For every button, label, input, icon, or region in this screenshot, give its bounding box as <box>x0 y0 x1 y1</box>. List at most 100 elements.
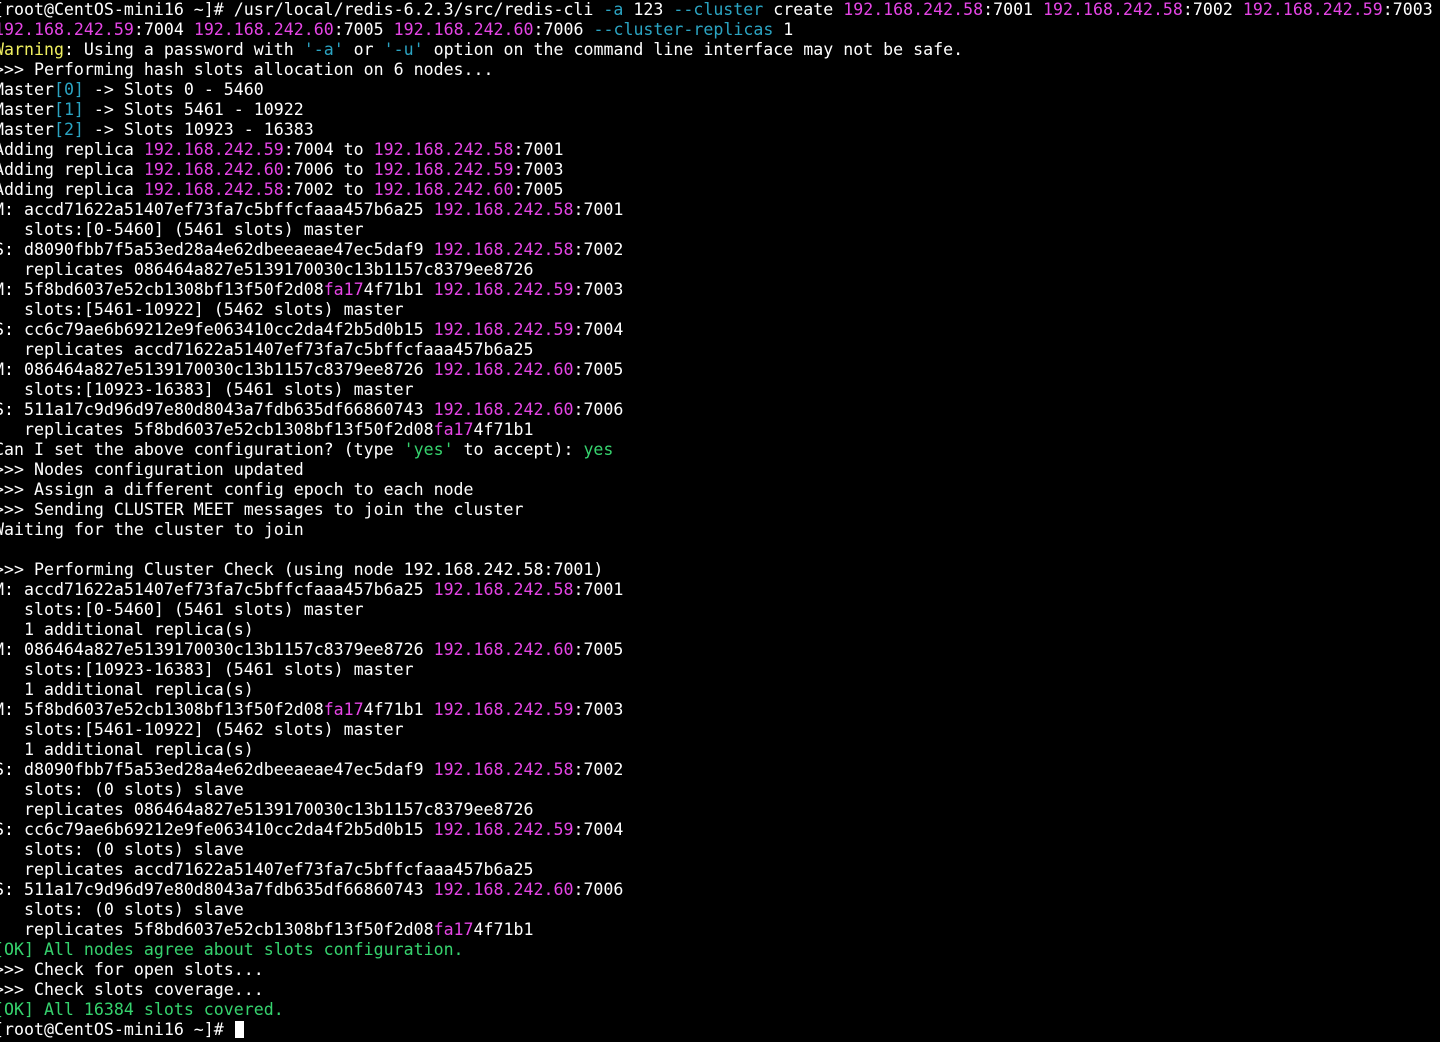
terminal-line: slots:[5461-10922] (5462 slots) master <box>0 300 1433 320</box>
terminal-text-segment: slots:[10923-16383] (5461 slots) master <box>0 380 414 399</box>
terminal-text-segment: :7006 <box>573 400 624 419</box>
terminal-text-segment: 1 additional replica(s) <box>0 740 254 759</box>
terminal-line: S: d8090fbb7f5a53ed28a4e62dbeeaeae47ec5d… <box>0 240 1433 260</box>
terminal-line: >>> Assign a different config epoch to e… <box>0 480 1433 500</box>
terminal-text-segment: Adding replica <box>0 180 144 199</box>
terminal-text-segment: [0] <box>53 80 84 99</box>
terminal-text-segment: 192.168.242.58 <box>373 140 514 159</box>
terminal-text-segment: :7006 to <box>283 160 374 179</box>
terminal-text-segment: '-u' <box>383 40 424 59</box>
terminal-text-segment: :7002 to <box>283 180 374 199</box>
terminal-text-segment: S: 511a17c9d96d97e80d8043a7fdb635df66860… <box>0 400 434 419</box>
terminal-window[interactable]: [root@CentOS-mini16 ~]# /usr/local/redis… <box>0 0 1440 1042</box>
terminal-line: >>> Nodes configuration updated <box>0 460 1433 480</box>
terminal-text-segment: :7004 <box>573 820 624 839</box>
terminal-text-segment: slots: (0 slots) slave <box>0 780 244 799</box>
terminal-text-segment: Adding replica <box>0 140 144 159</box>
terminal-text-segment: 4f71b1 <box>363 700 434 719</box>
terminal-text-segment: 4f71b1 <box>473 920 534 939</box>
terminal-line: Warning: Using a password with '-a' or '… <box>0 40 1433 60</box>
terminal-line: M: 086464a827e5139170030c13b1157c8379ee8… <box>0 640 1433 660</box>
text-cursor <box>234 1021 244 1038</box>
terminal-text-segment: fa17 <box>433 920 474 939</box>
terminal-text-segment: 192.168.242.59 <box>1242 0 1383 19</box>
terminal-text-segment: :7005 <box>573 360 624 379</box>
terminal-text-segment: 123 <box>623 0 674 19</box>
terminal-text-segment: 192.168.242.60 <box>373 180 514 199</box>
terminal-text-segment: 192.168.242.60 <box>193 20 334 39</box>
terminal-text-segment: :7006 <box>573 880 624 899</box>
terminal-text-segment: Waiting for the cluster to join <box>0 520 304 539</box>
terminal-text-segment: slots: (0 slots) slave <box>0 900 244 919</box>
terminal-text-segment: M: accd71622a51407ef73fa7c5bffcfaaa457b6… <box>0 580 434 599</box>
terminal-text-segment: :7001 <box>573 580 624 599</box>
terminal-text-segment: 192.168.242.60 <box>433 400 574 419</box>
terminal-text-segment: replicates accd71622a51407ef73fa7c5bffcf… <box>0 340 534 359</box>
terminal-text-segment: 192.168.242.60 <box>393 20 534 39</box>
terminal-line: 1 additional replica(s) <box>0 620 1433 640</box>
terminal-text-segment: replicates 086464a827e5139170030c13b1157… <box>0 260 534 279</box>
terminal-line: S: d8090fbb7f5a53ed28a4e62dbeeaeae47ec5d… <box>0 760 1433 780</box>
terminal-line: Adding replica 192.168.242.60:7006 to 19… <box>0 160 1433 180</box>
terminal-line: M: 086464a827e5139170030c13b1157c8379ee8… <box>0 360 1433 380</box>
terminal-text-segment: :7005 <box>333 20 394 39</box>
terminal-text-segment: 192.168.242.60 <box>433 360 574 379</box>
terminal-text-segment: :7003 <box>573 700 624 719</box>
terminal-line: [root@CentOS-mini16 ~]# /usr/local/redis… <box>0 0 1433 20</box>
terminal-text-segment: :7004 <box>133 20 194 39</box>
terminal-text-segment: 192.168.242.59 <box>433 280 574 299</box>
terminal-text-segment: 1 additional replica(s) <box>0 620 254 639</box>
terminal-line: replicates 086464a827e5139170030c13b1157… <box>0 260 1433 280</box>
terminal-line: slots:[5461-10922] (5462 slots) master <box>0 720 1433 740</box>
terminal-text-segment: -> Slots 0 - 5460 <box>83 80 264 99</box>
terminal-text-segment: fa17 <box>323 280 364 299</box>
terminal-text-segment: [OK] All 16384 slots covered. <box>0 1000 284 1019</box>
terminal-text-segment: '-a' <box>303 40 344 59</box>
terminal-text-segment: -a <box>603 0 624 19</box>
terminal-text-segment: 4f71b1 <box>363 280 434 299</box>
terminal-line: slots: (0 slots) slave <box>0 780 1433 800</box>
terminal-text-segment: 192.168.242.60 <box>143 160 284 179</box>
terminal-text-segment: >>> Assign a different config epoch to e… <box>0 480 474 499</box>
terminal-text-segment: >>> Check for open slots... <box>0 960 264 979</box>
terminal-text-segment: 192.168.242.58 <box>143 180 284 199</box>
terminal-text-segment: 192.168.242.58 <box>843 0 984 19</box>
terminal-line: Waiting for the cluster to join <box>0 520 1433 540</box>
terminal-text-segment: :7006 <box>533 20 594 39</box>
terminal-line: replicates 5f8bd6037e52cb1308bf13f50f2d0… <box>0 920 1433 940</box>
terminal-line: slots:[10923-16383] (5461 slots) master <box>0 380 1433 400</box>
terminal-text-segment: 192.168.242.58 <box>433 200 574 219</box>
terminal-text-segment: 4f71b1 <box>473 420 534 439</box>
terminal-text-segment: slots:[10923-16383] (5461 slots) master <box>0 660 414 679</box>
terminal-text-segment: [2] <box>53 120 84 139</box>
terminal-text-segment: >>> Check slots coverage... <box>0 980 264 999</box>
terminal-text-segment: :7005 <box>573 640 624 659</box>
terminal-text-segment: replicates 086464a827e5139170030c13b1157… <box>0 800 534 819</box>
terminal-text-segment: fa17 <box>323 700 364 719</box>
terminal-text-segment: [root@CentOS-mini16 ~]# /usr/local/redis… <box>0 0 604 19</box>
terminal-text-segment: or <box>343 40 384 59</box>
terminal-line: Adding replica 192.168.242.58:7002 to 19… <box>0 180 1433 200</box>
terminal-text-segment: Can I set the above configuration? (type <box>0 440 404 459</box>
terminal-text-segment: 192.168.242.59 <box>433 820 574 839</box>
terminal-text-segment: :7001 <box>513 140 564 159</box>
terminal-line: S: 511a17c9d96d97e80d8043a7fdb635df66860… <box>0 880 1433 900</box>
terminal-text-segment: Adding replica <box>0 160 144 179</box>
terminal-text-segment: 192.168.242.58 <box>433 580 574 599</box>
terminal-line: Adding replica 192.168.242.59:7004 to 19… <box>0 140 1433 160</box>
terminal-line: slots:[0-5460] (5461 slots) master <box>0 600 1433 620</box>
terminal-line: replicates 5f8bd6037e52cb1308bf13f50f2d0… <box>0 420 1433 440</box>
prompt-line[interactable]: [root@CentOS-mini16 ~]# <box>0 1020 1433 1040</box>
terminal-text-segment: 192.168.242.58 <box>433 240 574 259</box>
terminal-text-segment: :7003 <box>573 280 624 299</box>
terminal-text-segment: replicates 5f8bd6037e52cb1308bf13f50f2d0… <box>0 420 434 439</box>
terminal-line: slots: (0 slots) slave <box>0 900 1433 920</box>
terminal-line: M: 5f8bd6037e52cb1308bf13f50f2d08fa174f7… <box>0 700 1433 720</box>
terminal-line: M: 5f8bd6037e52cb1308bf13f50f2d08fa174f7… <box>0 280 1433 300</box>
terminal-text-segment: 192.168.242.58 <box>1043 0 1183 19</box>
terminal-line: replicates accd71622a51407ef73fa7c5bffcf… <box>0 340 1433 360</box>
terminal-text-segment: M: 5f8bd6037e52cb1308bf13f50f2d08 <box>0 280 324 299</box>
terminal-line: Master[0] -> Slots 0 - 5460 <box>0 80 1433 100</box>
terminal-text-segment: Master <box>0 80 54 99</box>
terminal-line: [OK] All 16384 slots covered. <box>0 1000 1433 1020</box>
